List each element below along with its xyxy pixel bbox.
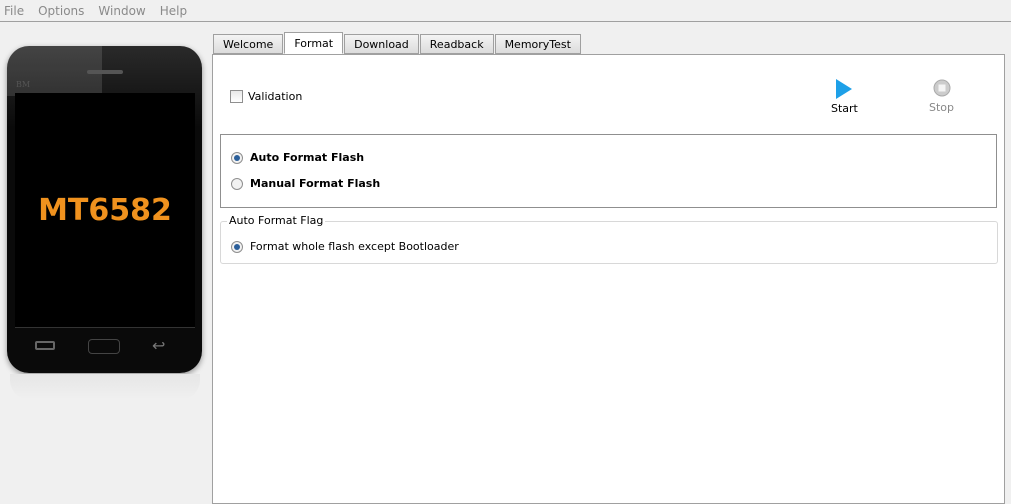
- phone-brand: BM: [16, 80, 31, 89]
- play-icon: [836, 79, 853, 99]
- start-button[interactable]: Start: [831, 79, 858, 115]
- menu-options[interactable]: Options: [38, 4, 84, 18]
- menu-window[interactable]: Window: [98, 4, 145, 18]
- chip-label: MT6582: [38, 192, 172, 228]
- home-key-icon: [88, 339, 120, 354]
- tab-bar: Welcome Format Download Readback MemoryT…: [213, 32, 582, 54]
- auto-format-radio[interactable]: Auto Format Flash: [231, 151, 364, 164]
- stop-label: Stop: [929, 101, 955, 114]
- radio-button[interactable]: [231, 177, 243, 190]
- format-mode-group: Auto Format Flash Manual Format Flash: [220, 134, 997, 208]
- validation-label: Validation: [248, 90, 303, 103]
- format-panel: Validation Start Stop Auto Format Flash …: [212, 54, 1005, 504]
- stop-icon: [933, 79, 950, 97]
- tab-format[interactable]: Format: [284, 32, 344, 54]
- phone-image: BM MT6582 ↩: [7, 46, 202, 373]
- tab-readback[interactable]: Readback: [419, 34, 494, 54]
- back-key-icon: ↩: [152, 336, 166, 355]
- phone-speaker: [87, 70, 123, 74]
- auto-format-flag-group: Auto Format Flag Format whole flash exce…: [220, 214, 998, 264]
- menu-file[interactable]: File: [4, 4, 24, 18]
- manual-format-radio[interactable]: Manual Format Flash: [231, 177, 380, 190]
- auto-format-label: Auto Format Flash: [250, 151, 365, 164]
- format-except-bootloader-radio[interactable]: Format whole flash except Bootloader: [231, 240, 459, 253]
- flag-option-label: Format whole flash except Bootloader: [250, 240, 459, 253]
- menu-help[interactable]: Help: [160, 4, 187, 18]
- tab-memorytest[interactable]: MemoryTest: [494, 34, 581, 54]
- checkbox-box[interactable]: [230, 90, 243, 103]
- menu-bar: File Options Window Help: [0, 0, 1011, 22]
- validation-checkbox[interactable]: Validation: [230, 90, 302, 103]
- stop-button[interactable]: Stop: [929, 79, 954, 114]
- group-title: Auto Format Flag: [227, 214, 326, 227]
- radio-button[interactable]: [231, 151, 243, 164]
- phone-screen: MT6582: [15, 93, 195, 328]
- start-label: Start: [831, 102, 858, 115]
- manual-format-label: Manual Format Flash: [250, 177, 381, 190]
- tab-welcome[interactable]: Welcome: [213, 34, 284, 54]
- menu-key-icon: [35, 341, 55, 350]
- radio-button[interactable]: [231, 240, 243, 253]
- tab-download[interactable]: Download: [344, 34, 419, 54]
- phone-reflection: [10, 374, 200, 400]
